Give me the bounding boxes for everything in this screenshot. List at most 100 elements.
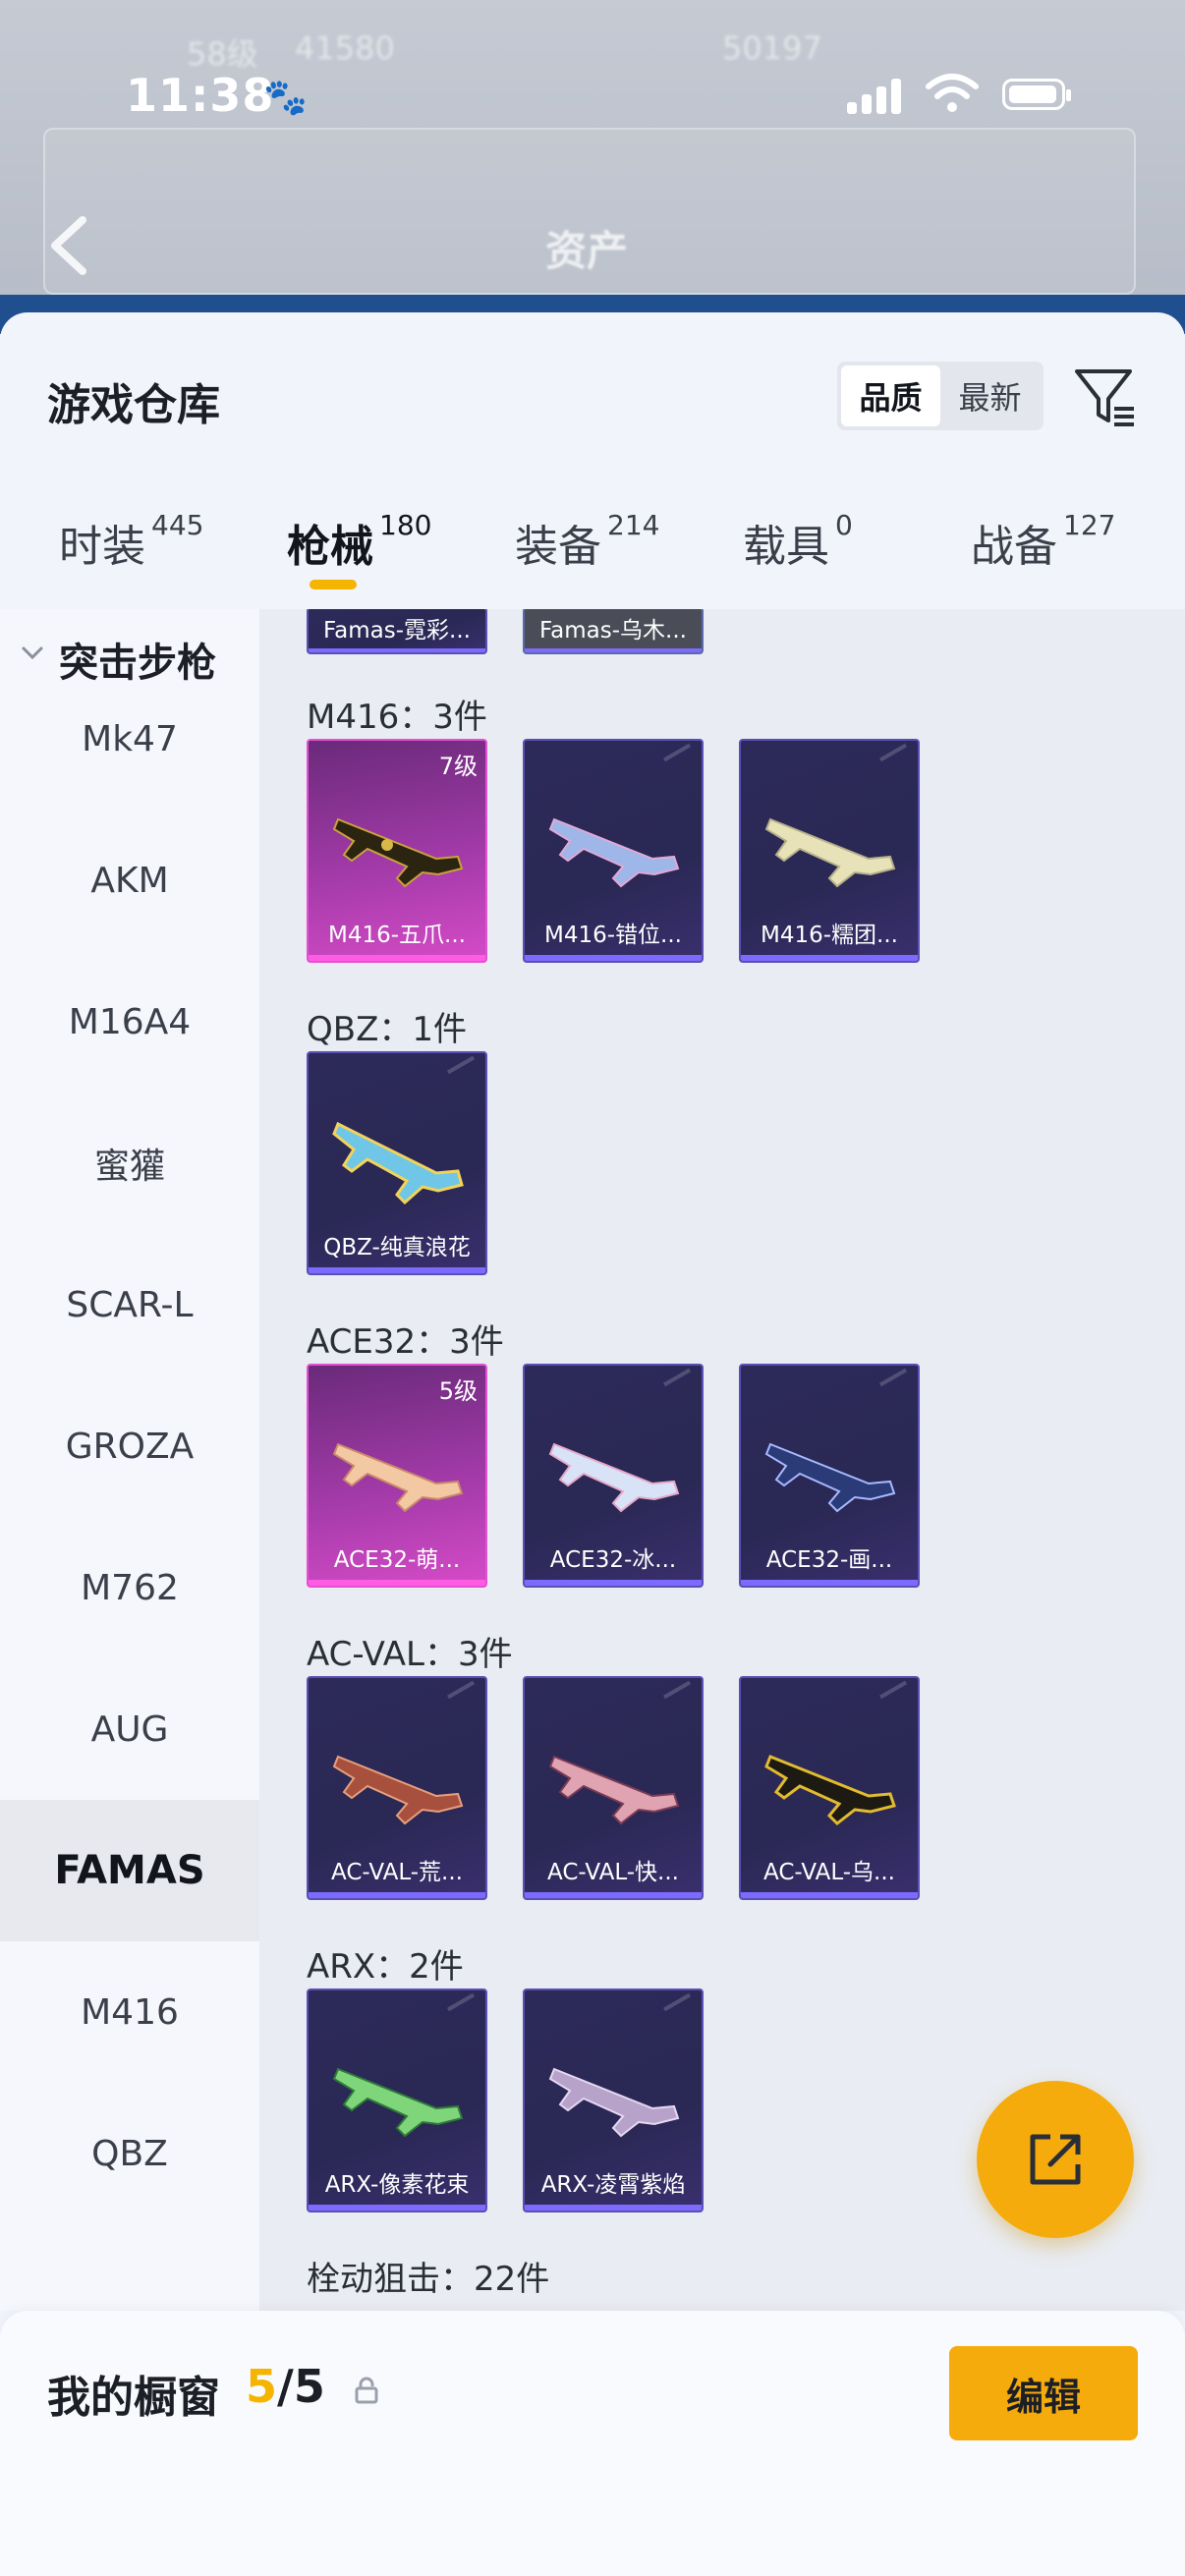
group-title-arx: ARX：2件 (307, 1947, 464, 1987)
skin-name: Famas-乌木... (539, 618, 687, 644)
sort-latest-option[interactable]: 最新 (940, 365, 1040, 426)
skin-card[interactable]: QBZ-纯真浪花 (307, 1051, 487, 1275)
skin-card[interactable]: ARX-凌霄紫焰 (523, 1988, 704, 2212)
skin-name: ACE32-萌... (333, 1547, 461, 1573)
group-title-bolt-action: 栓动狙击：22件 (307, 2260, 550, 2299)
active-tab-indicator (310, 580, 357, 589)
tab-count: 127 (1063, 509, 1116, 541)
tab-label: 枪械 (287, 522, 373, 572)
tab-count: 0 (835, 509, 853, 541)
wifi-icon (926, 74, 979, 112)
rifle-icon (548, 2067, 680, 2138)
skin-name: M416-五爪... (328, 923, 466, 948)
filter-icon[interactable] (1071, 362, 1140, 430)
sidebar-item-m762[interactable]: M762 (0, 1517, 259, 1658)
sidebar-item-honey-badger[interactable]: 蜜獾 (0, 1092, 259, 1234)
skin-card[interactable]: ACE32-冰... (523, 1364, 704, 1588)
status-bar: 11:38 🐾 (0, 59, 1185, 138)
edit-button[interactable]: 编辑 (949, 2346, 1138, 2440)
skin-card[interactable]: 7级 M416-五爪... (307, 739, 487, 963)
skin-level: 5级 (438, 1377, 478, 1405)
skin-card[interactable]: M416-糯团... (739, 739, 920, 963)
tab-fashion[interactable]: 时装 445 (59, 499, 203, 597)
tab-label: 时装 (59, 522, 145, 572)
skin-card[interactable]: AC-VAL-乌... (739, 1676, 920, 1900)
skin-card[interactable]: AC-VAL-快... (523, 1676, 704, 1900)
sort-quality-option[interactable]: 品质 (841, 365, 940, 426)
signal-icon (847, 75, 906, 114)
tab-count: 180 (379, 509, 432, 541)
rifle-icon (332, 1121, 464, 1205)
rifle-icon (332, 2067, 464, 2138)
tab-count: 214 (607, 509, 660, 541)
sidebar-item-qbz[interactable]: QBZ (0, 2083, 259, 2224)
rifle-icon (332, 1442, 464, 1513)
rifle-icon (764, 1442, 896, 1513)
tab-label: 战备 (971, 522, 1057, 572)
battery-icon (1002, 79, 1071, 110)
sidebar-item-famas[interactable]: FAMAS (0, 1800, 259, 1941)
showcase-label: 我的橱窗 (47, 2373, 220, 2423)
lock-icon (355, 2377, 378, 2404)
tab-label: 装备 (515, 522, 601, 572)
skin-card[interactable]: M416-错位... (523, 739, 704, 963)
skin-name: ARX-凌霄紫焰 (540, 2172, 686, 2198)
sidebar-item-scar-l[interactable]: SCAR-L (0, 1234, 259, 1375)
tab-equipment[interactable]: 装备 214 (515, 499, 659, 597)
tab-count: 445 (151, 509, 204, 541)
tab-supplies[interactable]: 战备 127 (971, 499, 1115, 597)
showcase-separator: / (277, 2360, 294, 2413)
sidebar-item-akm[interactable]: AKM (0, 810, 259, 951)
skin-name: ARX-像素花束 (324, 2172, 470, 2198)
sheet-title: 游戏仓库 (47, 380, 220, 430)
showcase-bar: 我的橱窗 5/5 编辑 (0, 2311, 1185, 2576)
sort-toggle: 品质 最新 (837, 362, 1044, 430)
skin-level: 7级 (438, 753, 478, 780)
skin-name: M416-糯团... (761, 923, 898, 948)
background-header: 58级 41580 50197 资产 (0, 0, 1185, 324)
showcase-count: 5/5 (246, 2360, 325, 2413)
skin-name: M416-错位... (544, 923, 682, 948)
skin-card[interactable]: ARX-像素花束 (307, 1988, 487, 2212)
skin-card[interactable]: 5级 ACE32-萌... (307, 1364, 487, 1588)
chevron-down-icon (22, 646, 43, 660)
background-title: 资产 (545, 227, 629, 275)
sidebar-item-m416[interactable]: M416 (0, 1941, 259, 2083)
rifle-icon (332, 1755, 464, 1825)
weapon-grid: Famas-霓彩... Famas-乌木... M416：3件 7级 M416-… (259, 609, 1185, 2311)
showcase-current: 5 (246, 2360, 278, 2413)
skin-name: AC-VAL-快... (547, 1860, 679, 1885)
showcase-max: 5 (293, 2360, 325, 2413)
skin-name: ACE32-画... (765, 1547, 893, 1573)
share-button[interactable] (977, 2081, 1134, 2238)
rifle-icon (548, 817, 680, 888)
external-link-icon (1030, 2134, 1081, 2185)
skin-name: Famas-霓彩... (323, 618, 471, 644)
group-title-ace32: ACE32：3件 (307, 1322, 504, 1362)
sidebar-item-mk47[interactable]: Mk47 (0, 668, 259, 810)
warehouse-sheet: 游戏仓库 品质 最新 时装 445 枪械 180 装备 214 载具 0 战备 … (0, 312, 1185, 2576)
back-arrow-icon[interactable] (39, 206, 98, 285)
skin-card[interactable]: ACE32-画... (739, 1364, 920, 1588)
skin-card[interactable]: Famas-乌木... (523, 609, 704, 654)
group-title-m416: M416：3件 (307, 698, 487, 737)
status-time: 11:38 (126, 69, 275, 122)
sidebar-item-aug[interactable]: AUG (0, 1658, 259, 1800)
rifle-icon (548, 1755, 680, 1825)
tab-vehicles[interactable]: 载具 0 (743, 499, 853, 597)
skin-card[interactable]: Famas-霓彩... (307, 609, 487, 654)
rifle-icon (548, 1442, 680, 1513)
group-title-ac-val: AC-VAL：3件 (307, 1635, 513, 1674)
skin-card[interactable]: AC-VAL-荒... (307, 1676, 487, 1900)
sidebar-item-groza[interactable]: GROZA (0, 1375, 259, 1517)
group-title-qbz: QBZ：1件 (307, 1010, 468, 1049)
rifle-icon (764, 817, 896, 888)
paw-icon: 🐾 (263, 78, 308, 118)
skin-name: QBZ-纯真浪花 (323, 1235, 471, 1260)
skin-name: AC-VAL-乌... (763, 1860, 895, 1885)
skin-name: AC-VAL-荒... (331, 1860, 463, 1885)
sidebar-item-m16a4[interactable]: M16A4 (0, 951, 259, 1092)
weapon-sidebar: 突击步枪 Mk47 AKM M16A4 蜜獾 SCAR-L GROZA M762… (0, 609, 259, 2311)
tab-label: 载具 (743, 522, 829, 572)
category-tabs: 时装 445 枪械 180 装备 214 载具 0 战备 127 (0, 499, 1185, 607)
